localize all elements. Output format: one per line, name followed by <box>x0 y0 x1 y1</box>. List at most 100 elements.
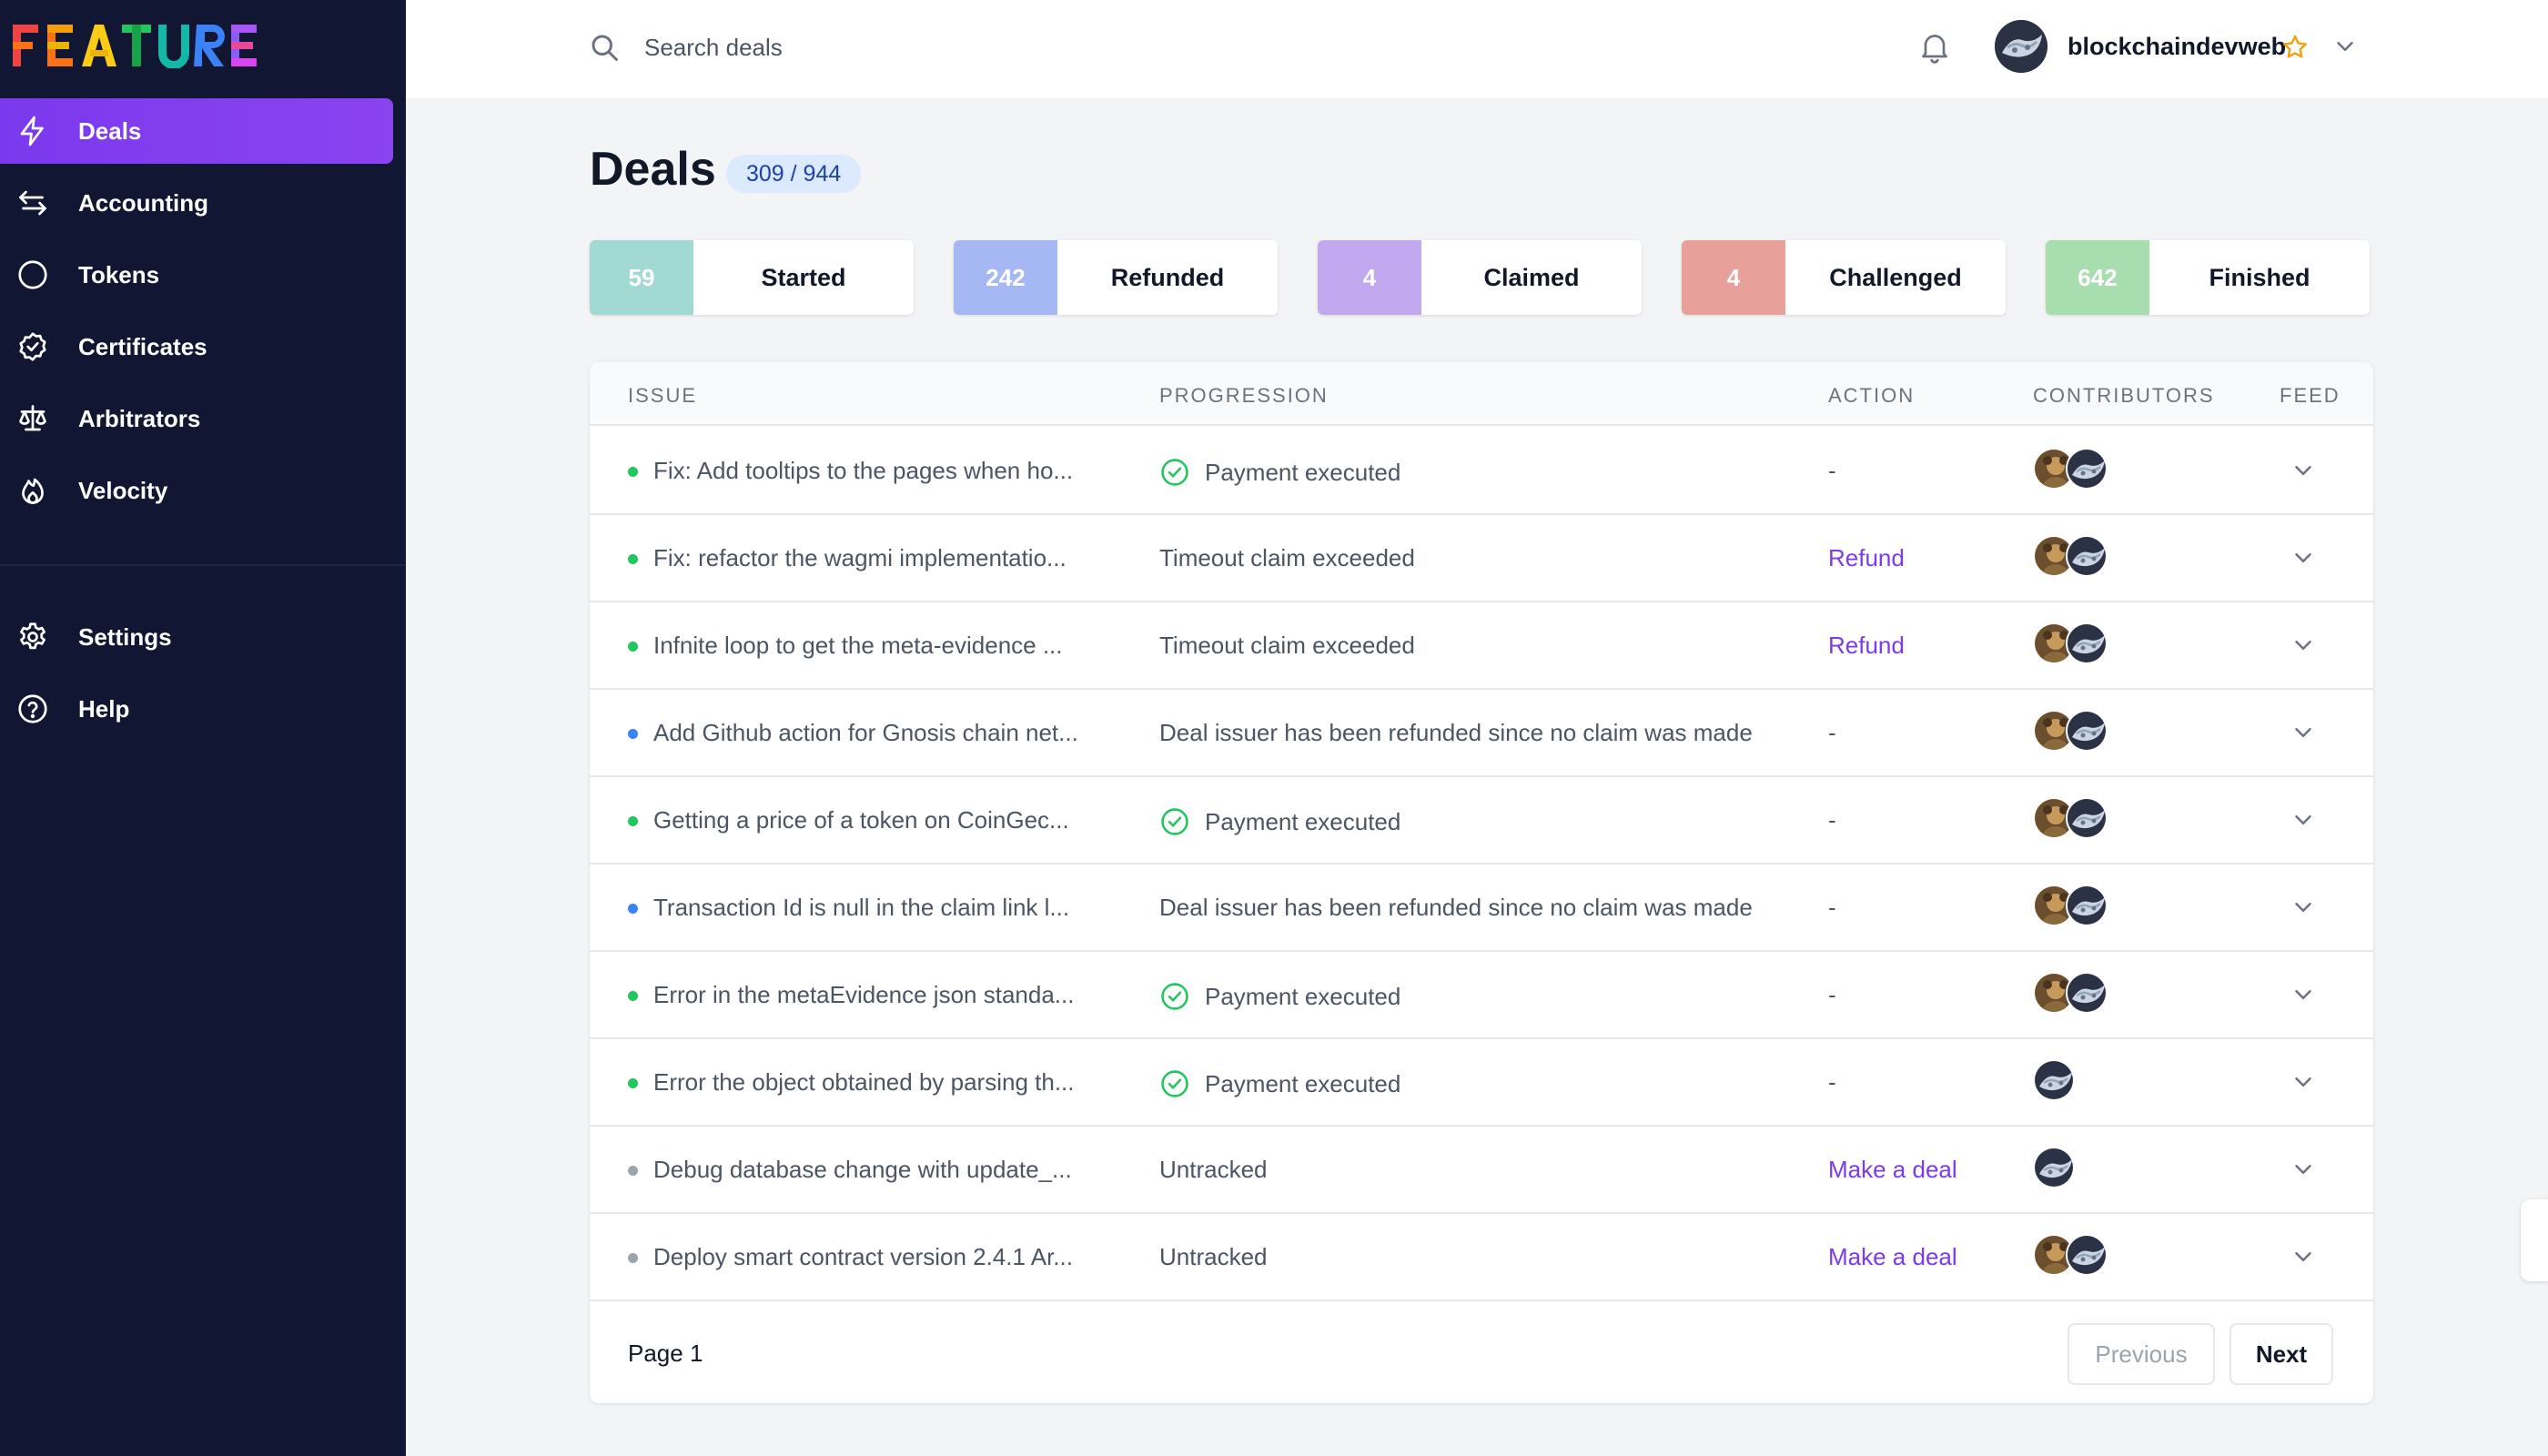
table-row[interactable]: Debug database change with update_... Unt… <box>590 1127 2373 1214</box>
status-dot <box>628 729 638 739</box>
issue-title[interactable]: Deploy smart contract version 2.4.1 Ar..… <box>653 1243 1073 1271</box>
issue-title[interactable]: Infnite loop to get the meta-evidence ..… <box>653 632 1063 660</box>
sidebar-item-label: Settings <box>78 622 172 651</box>
issue-title[interactable]: Debug database change with update_... <box>653 1156 1072 1184</box>
search-input[interactable] <box>644 24 1281 71</box>
sidebar-item-deals[interactable]: Deals <box>0 98 393 164</box>
table-row[interactable]: Error the object obtained by parsing th.… <box>590 1039 2373 1127</box>
progression-cell: Payment executed <box>1159 981 1400 1012</box>
previous-button[interactable]: Previous <box>2068 1323 2215 1385</box>
issue-title[interactable]: Add Github action for Gnosis chain net..… <box>653 719 1078 747</box>
avatar[interactable] <box>2033 1059 2075 1101</box>
table-row[interactable]: Fix: Add tooltips to the pages when ho..… <box>590 428 2373 515</box>
avatar[interactable] <box>2066 1234 2108 1276</box>
chevron-down-icon[interactable] <box>2290 457 2317 484</box>
avatar[interactable] <box>2066 885 2108 926</box>
avatar[interactable] <box>2066 972 2108 1014</box>
chevron-down-icon[interactable] <box>2290 1156 2317 1183</box>
table-row[interactable]: Fix: refactor the wagmi implementatio...… <box>590 515 2373 602</box>
progression-text: Deal issuer has been refunded since no c… <box>1159 894 1753 921</box>
status-dot <box>628 904 638 914</box>
avatar[interactable] <box>2066 797 2108 839</box>
chevron-down-icon[interactable] <box>2290 632 2317 659</box>
issue-title[interactable]: Error the object obtained by parsing th.… <box>653 1068 1075 1097</box>
action-link[interactable]: Make a deal <box>1828 1156 1957 1184</box>
issue-title[interactable]: Fix: Add tooltips to the pages when ho..… <box>653 457 1073 485</box>
check-circle-icon <box>1161 808 1188 835</box>
chevron-down-icon[interactable] <box>2290 1243 2317 1270</box>
sidebar-item-settings[interactable]: Settings <box>0 604 393 670</box>
sidebar-item-tokens[interactable]: Tokens <box>0 242 393 308</box>
action-link[interactable]: Refund <box>1828 544 1905 572</box>
issue-title[interactable]: Fix: refactor the wagmi implementatio... <box>653 544 1067 572</box>
stat-count: 59 <box>590 240 693 315</box>
progression-cell: Untracked <box>1159 1243 1268 1271</box>
username[interactable]: blockchaindevweb <box>2068 33 2286 61</box>
table-header: ISSUE PROGRESSION ACTION CONTRIBUTORS FE… <box>590 362 2373 426</box>
sidebar-item-label: Arbitrators <box>78 404 201 432</box>
progression-cell: Timeout claim exceeded <box>1159 632 1415 660</box>
star-icon <box>2283 35 2307 58</box>
avatar[interactable] <box>2033 1147 2075 1188</box>
status-dot <box>628 1078 638 1088</box>
table-row[interactable]: Getting a price of a token on CoinGec...… <box>590 777 2373 864</box>
table-row[interactable]: Error in the metaEvidence json standa...… <box>590 952 2373 1039</box>
chevron-down-icon[interactable] <box>2290 981 2317 1008</box>
stat-count: 642 <box>2046 240 2149 315</box>
stat-refunded[interactable]: 242 Refunded <box>954 240 1278 315</box>
progression-cell: Payment executed <box>1159 457 1400 488</box>
table-row[interactable]: Add Github action for Gnosis chain net..… <box>590 690 2373 777</box>
stat-claimed[interactable]: 4 Claimed <box>1318 240 1642 315</box>
chevron-down-icon[interactable] <box>2290 719 2317 746</box>
stat-finished[interactable]: 642 Finished <box>2046 240 2370 315</box>
chevron-down-icon[interactable] <box>2290 1068 2317 1096</box>
avatar[interactable] <box>2066 535 2108 577</box>
issue-title[interactable]: Transaction Id is null in the claim link… <box>653 894 1069 922</box>
arrows-swap-icon <box>19 190 46 216</box>
progression-cell: Untracked <box>1159 1156 1268 1184</box>
stat-challenged[interactable]: 4 Challenged <box>1682 240 2006 315</box>
pagination: Page 1 Previous Next <box>590 1303 2373 1403</box>
sidebar: Deals Accounting Tokens Certificates Arb… <box>0 0 406 1456</box>
column-header-progression: PROGRESSION <box>1159 384 1329 407</box>
lightning-icon <box>20 116 44 147</box>
stat-label: Started <box>761 263 846 291</box>
table-row[interactable]: Infnite loop to get the meta-evidence ..… <box>590 602 2373 690</box>
sidebar-item-label: Tokens <box>78 260 160 288</box>
avatar[interactable] <box>1995 20 2048 73</box>
action-link[interactable]: Refund <box>1828 632 1905 660</box>
action-link[interactable]: Make a deal <box>1828 1243 1957 1271</box>
issue-title[interactable]: Error in the metaEvidence json standa... <box>653 981 1074 1009</box>
side-widget-tab[interactable] <box>2521 1199 2548 1281</box>
sidebar-item-accounting[interactable]: Accounting <box>0 170 393 236</box>
action-empty: - <box>1828 806 1836 834</box>
progression-text: Payment executed <box>1205 1069 1401 1097</box>
next-button[interactable]: Next <box>2230 1323 2333 1385</box>
sidebar-item-arbitrators[interactable]: Arbitrators <box>0 386 393 451</box>
action-empty: - <box>1828 719 1836 746</box>
status-dot <box>628 1166 638 1176</box>
table-row[interactable]: Transaction Id is null in the claim link… <box>590 864 2373 952</box>
avatar[interactable] <box>2066 710 2108 752</box>
avatar[interactable] <box>2066 448 2108 490</box>
sidebar-item-certificates[interactable]: Certificates <box>0 314 393 379</box>
feature-logo[interactable] <box>13 20 264 71</box>
chevron-down-icon[interactable] <box>2331 33 2359 60</box>
chevron-down-icon[interactable] <box>2290 806 2317 834</box>
chevron-down-icon[interactable] <box>2290 544 2317 571</box>
stat-label: Refunded <box>1110 263 1225 291</box>
stat-started[interactable]: 59 Started <box>590 240 914 315</box>
gear-icon <box>20 622 46 650</box>
status-dot <box>628 991 638 1001</box>
progression-cell: Payment executed <box>1159 806 1400 837</box>
sidebar-item-help[interactable]: Help <box>0 676 393 742</box>
avatar[interactable] <box>2066 622 2108 664</box>
sidebar-item-label: Velocity <box>78 476 168 504</box>
bell-icon[interactable] <box>1916 29 1953 66</box>
progression-text: Payment executed <box>1205 982 1401 1010</box>
issue-title[interactable]: Getting a price of a token on CoinGec... <box>653 806 1069 834</box>
table-row[interactable]: Deploy smart contract version 2.4.1 Ar..… <box>590 1214 2373 1301</box>
sidebar-item-velocity[interactable]: Velocity <box>0 458 393 523</box>
chevron-down-icon[interactable] <box>2290 894 2317 921</box>
progression-text: Deal issuer has been refunded since no c… <box>1159 719 1753 746</box>
